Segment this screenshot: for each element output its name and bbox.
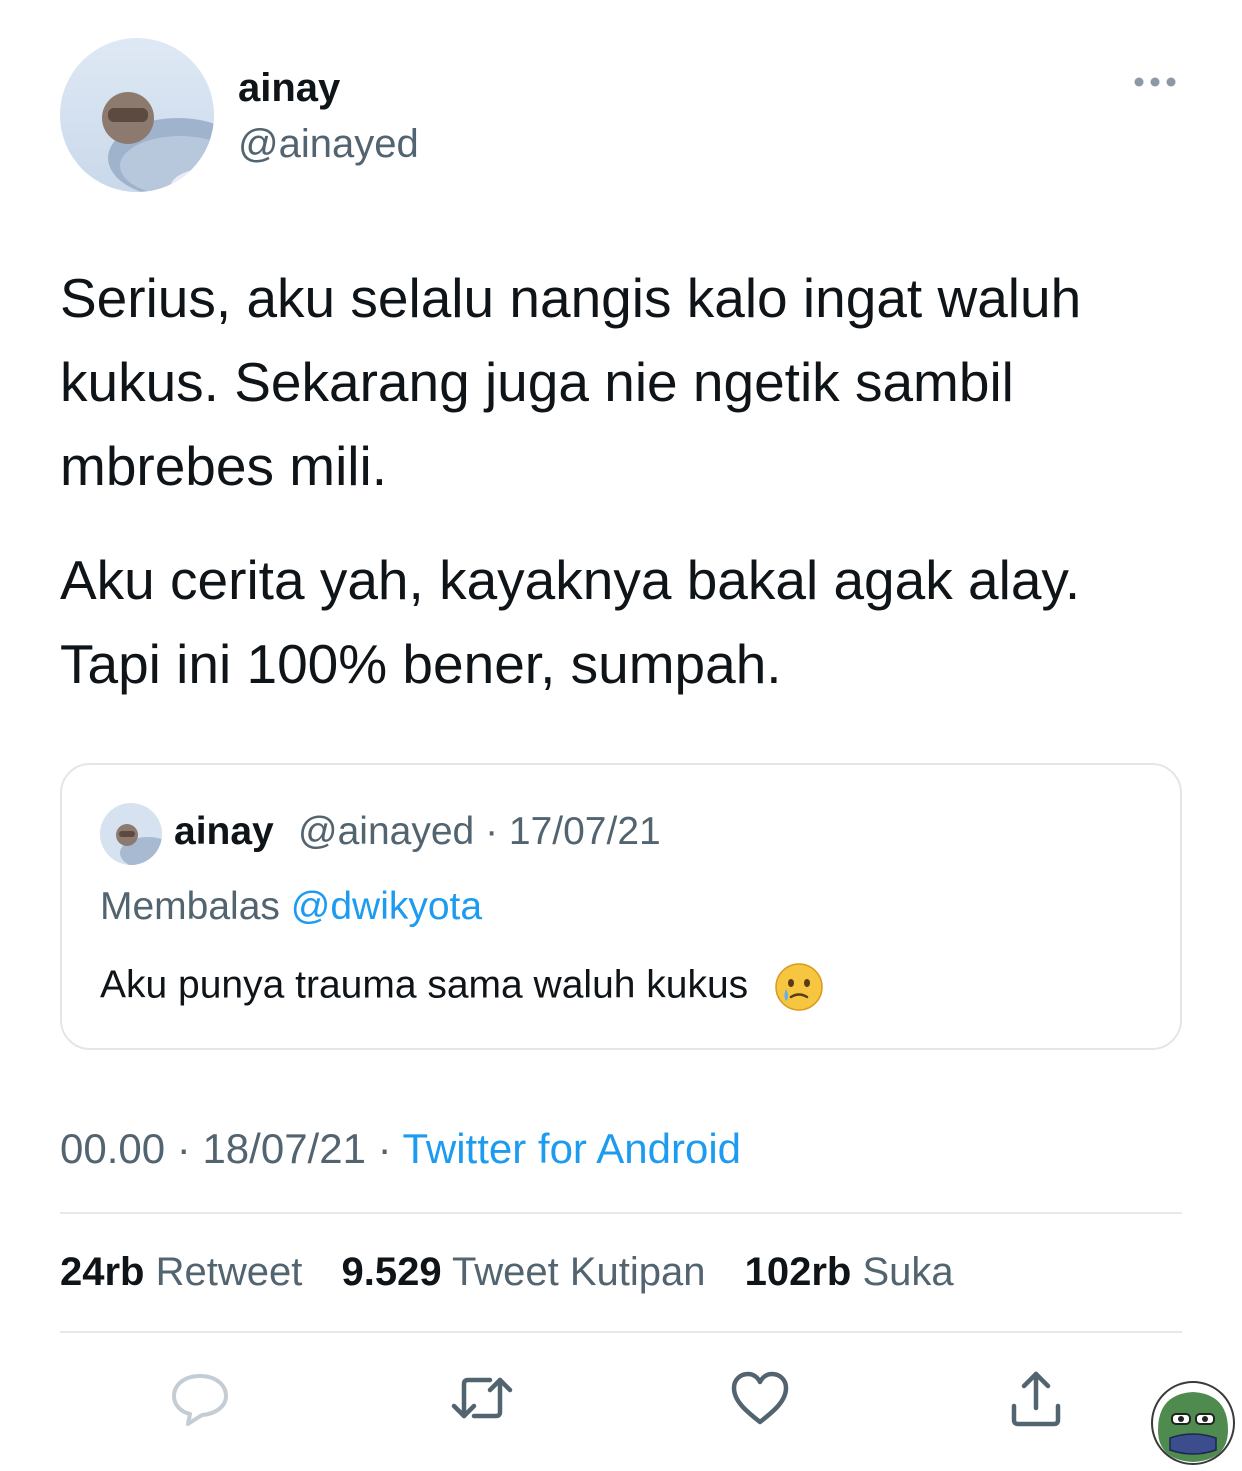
engagement-stats: 24rb Retweet 9.529 Tweet Kutipan 102rb S… bbox=[60, 1250, 982, 1295]
like-icon[interactable] bbox=[728, 1366, 792, 1430]
likes-count: 102rb bbox=[744, 1250, 852, 1294]
quotes-label: Tweet Kutipan bbox=[452, 1250, 706, 1294]
share-icon[interactable] bbox=[1004, 1366, 1068, 1430]
reply-prefix: Membalas bbox=[100, 885, 280, 928]
divider bbox=[60, 1212, 1182, 1214]
separator-dot: · bbox=[176, 1125, 191, 1172]
author-name[interactable]: ainay bbox=[238, 66, 340, 111]
quoted-date: 17/07/21 bbox=[508, 810, 661, 853]
divider bbox=[60, 1331, 1182, 1333]
quoted-tweet-card[interactable]: ainay @ainayed · 17/07/21 Membalas @dwik… bbox=[60, 763, 1182, 1050]
tweet-source-link[interactable]: Twitter for Android bbox=[403, 1125, 741, 1172]
likes-label: Suka bbox=[862, 1250, 954, 1294]
retweet-icon[interactable] bbox=[450, 1366, 514, 1430]
avatar-photo bbox=[60, 38, 214, 192]
quoted-meta: @ainayed · 17/07/21 bbox=[298, 810, 661, 854]
quoted-author-handle[interactable]: @ainayed bbox=[298, 810, 474, 853]
avatar-photo bbox=[100, 803, 162, 865]
quoted-author-name[interactable]: ainay bbox=[174, 810, 274, 854]
quotes-stat[interactable]: 9.529 Tweet Kutipan bbox=[342, 1250, 706, 1294]
quoted-reply-context: Membalas @dwikyota bbox=[100, 885, 482, 929]
face-holding-back-tears-icon bbox=[775, 963, 823, 1011]
quoted-text-body: Aku punya trauma sama waluh kukus bbox=[100, 963, 749, 1007]
tweet-paragraph: Serius, aku selalu nangis kalo ingat wal… bbox=[60, 267, 1082, 497]
separator-dot: · bbox=[485, 810, 499, 853]
reply-mention-link[interactable]: @dwikyota bbox=[291, 885, 482, 928]
quotes-count: 9.529 bbox=[341, 1250, 442, 1294]
reply-icon[interactable] bbox=[168, 1366, 232, 1430]
author-avatar[interactable] bbox=[60, 38, 214, 192]
tweet-date: 18/07/21 bbox=[202, 1125, 366, 1172]
retweets-count: 24rb bbox=[60, 1250, 145, 1294]
tweet-time: 00.00 bbox=[60, 1125, 166, 1172]
quoted-text: Aku punya trauma sama waluh kukus bbox=[100, 961, 825, 1013]
author-handle[interactable]: @ainayed bbox=[238, 122, 419, 167]
more-dots-icon[interactable] bbox=[1132, 72, 1178, 92]
quoted-author-avatar[interactable] bbox=[100, 803, 162, 865]
retweets-label: Retweet bbox=[155, 1250, 303, 1294]
retweets-stat[interactable]: 24rb Retweet bbox=[60, 1250, 302, 1294]
tweet-paragraph: Aku cerita yah, kayaknya bakal agak alay… bbox=[60, 549, 1081, 695]
tweet-meta: 00.00 · 18/07/21 · Twitter for Android bbox=[60, 1125, 741, 1173]
separator-dot: · bbox=[377, 1125, 392, 1172]
tweet-header: ainay @ainayed bbox=[60, 38, 1182, 192]
frog-face-icon bbox=[1151, 1381, 1235, 1465]
tweet-text: Serius, aku selalu nangis kalo ingat wal… bbox=[60, 256, 1182, 736]
likes-stat[interactable]: 102rb Suka bbox=[745, 1250, 954, 1294]
